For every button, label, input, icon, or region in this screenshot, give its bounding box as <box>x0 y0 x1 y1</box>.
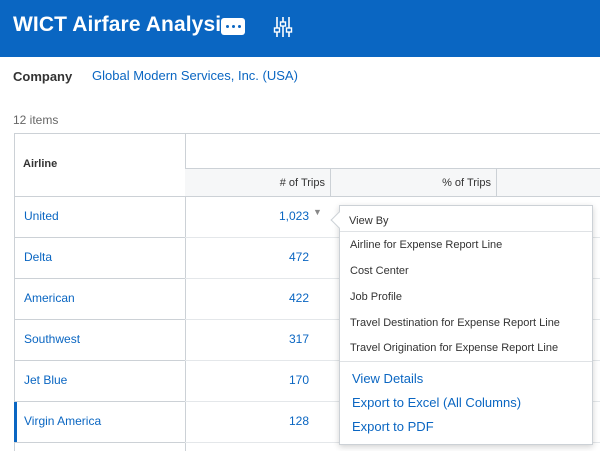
airline-link[interactable]: Jet Blue <box>24 373 67 387</box>
trips-link[interactable]: 472 <box>185 250 309 264</box>
popup-heading: View By <box>349 215 389 227</box>
airline-link[interactable]: American <box>24 291 75 305</box>
page-title: WICT Airfare Analysis <box>13 13 233 36</box>
export-pdf-link[interactable]: Export to PDF <box>352 419 434 434</box>
app-header: WICT Airfare Analysis <box>0 0 600 57</box>
trips-link[interactable]: 422 <box>185 291 309 305</box>
items-count: 12 items <box>13 113 59 127</box>
view-by-option[interactable]: Cost Center <box>350 265 409 277</box>
caret-down-icon[interactable]: ▼ <box>313 207 322 217</box>
column-header-row: # of Trips % of Trips <box>185 168 600 197</box>
view-by-option[interactable]: Travel Origination for Expense Report Li… <box>350 342 558 354</box>
ellipsis-icon[interactable] <box>221 18 245 35</box>
company-link[interactable]: Global Modern Services, Inc. (USA) <box>92 68 298 83</box>
trips-link[interactable]: 128 <box>185 414 309 428</box>
trips-link[interactable]: 1,023 <box>185 209 309 223</box>
trips-link[interactable]: 170 <box>185 373 309 387</box>
column-header-trips[interactable]: # of Trips <box>280 177 325 189</box>
view-details-link[interactable]: View Details <box>352 371 423 386</box>
airline-link[interactable]: Southwest <box>24 332 80 346</box>
column-header-pct-trips[interactable]: % of Trips <box>442 177 491 189</box>
airline-link[interactable]: Virgin America <box>24 414 101 428</box>
selection-indicator <box>14 402 17 442</box>
export-excel-link[interactable]: Export to Excel (All Columns) <box>352 395 521 410</box>
sliders-icon[interactable] <box>271 14 295 40</box>
view-by-option[interactable]: Airline for Expense Report Line <box>350 239 502 251</box>
view-by-option[interactable]: Travel Destination for Expense Report Li… <box>350 317 560 329</box>
column-header-airline[interactable]: Airline <box>23 158 57 170</box>
airline-link[interactable]: Delta <box>24 250 52 264</box>
view-by-option[interactable]: Job Profile <box>350 291 402 303</box>
company-label: Company <box>13 69 73 84</box>
trips-link[interactable]: 317 <box>185 332 309 346</box>
airline-link[interactable]: United <box>24 209 59 223</box>
view-by-popup: View By Airline for Expense Report Line … <box>330 205 593 445</box>
